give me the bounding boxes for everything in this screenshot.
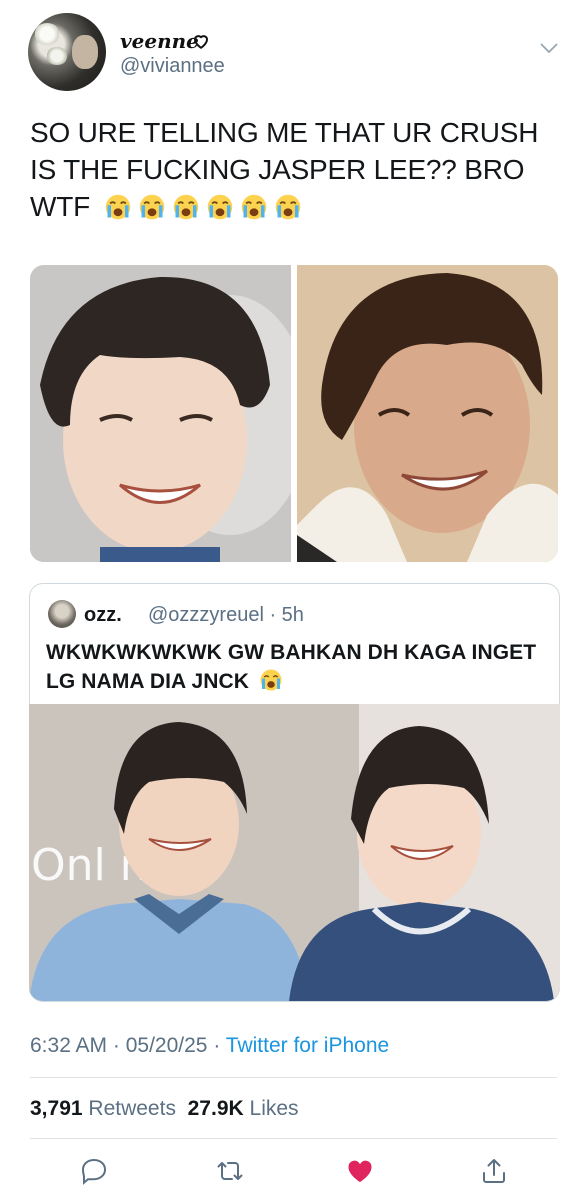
divider	[30, 1138, 557, 1139]
emoji-row	[104, 191, 308, 222]
retweets-count: 3,791	[30, 1097, 83, 1120]
tweet-source-link[interactable]: Twitter for iPhone	[226, 1034, 389, 1057]
avatar-flower	[46, 47, 68, 65]
avatar-flower	[34, 23, 60, 45]
like-filled-icon[interactable]	[346, 1157, 374, 1185]
divider	[30, 1077, 557, 1078]
tweet-stats: 3,791 Retweets 27.9K Likes	[30, 1097, 299, 1121]
likes-label: Likes	[249, 1097, 299, 1120]
quoted-author-handle[interactable]: @ozzzyreuel	[148, 604, 264, 626]
share-icon[interactable]	[480, 1157, 508, 1185]
photo-smiling-boy-illustration	[30, 265, 291, 562]
loudly-crying-face-icon	[260, 669, 282, 691]
quoted-tweet-time: · 5h	[269, 604, 304, 626]
tweet-photo-right[interactable]	[297, 265, 558, 562]
meta-separator: ·	[207, 1034, 226, 1057]
tweet-date[interactable]: · 05/20/25	[113, 1034, 208, 1057]
quoted-tweet-body: WKWKWKWKWK GW BAHKAN DH KAGA INGET LG NA…	[46, 641, 537, 693]
quoted-author-avatar[interactable]	[48, 600, 76, 628]
tweet-time[interactable]: 6:32 AM	[30, 1034, 107, 1057]
loudly-crying-face-icon	[173, 194, 198, 220]
quoted-tweet-photo[interactable]: Onl ne	[29, 704, 560, 1001]
quoted-author-name[interactable]: ozz.	[84, 604, 122, 627]
chevron-down-icon[interactable]	[540, 42, 558, 54]
avatar-face	[72, 35, 98, 69]
likes-count: 27.9K	[187, 1097, 244, 1120]
loudly-crying-face-icon	[207, 194, 232, 220]
reply-icon[interactable]	[80, 1157, 108, 1185]
loudly-crying-face-icon	[241, 194, 266, 220]
likes-stat[interactable]: 27.9K Likes	[188, 1097, 299, 1120]
author-display-name[interactable]: veenne	[120, 29, 199, 53]
photo-laughing-man-illustration	[297, 265, 558, 562]
author-handle[interactable]: @viviannee	[120, 55, 225, 78]
heart-outline-icon	[194, 35, 208, 49]
retweets-label: Retweets	[88, 1097, 176, 1120]
loudly-crying-face-icon	[275, 194, 300, 220]
tweet-text: SO URE TELLING ME THAT UR CRUSH IS THE F…	[30, 114, 560, 225]
quoted-author-handle-time: @ozzzyreuel · 5h	[148, 604, 304, 627]
loudly-crying-face-icon	[105, 194, 130, 220]
author-avatar[interactable]	[28, 13, 106, 91]
loudly-crying-face-icon	[139, 194, 164, 220]
tweet-timestamp-line: 6:32 AM · 05/20/25 · Twitter for iPhone	[30, 1034, 389, 1058]
retweet-icon[interactable]	[216, 1157, 244, 1185]
tweet-photo-left[interactable]	[30, 265, 291, 562]
photo-two-boys-illustration: Onl ne	[29, 704, 560, 1001]
retweets-stat[interactable]: 3,791 Retweets	[30, 1097, 176, 1120]
quoted-tweet-text: WKWKWKWKWK GW BAHKAN DH KAGA INGET LG NA…	[46, 638, 546, 696]
